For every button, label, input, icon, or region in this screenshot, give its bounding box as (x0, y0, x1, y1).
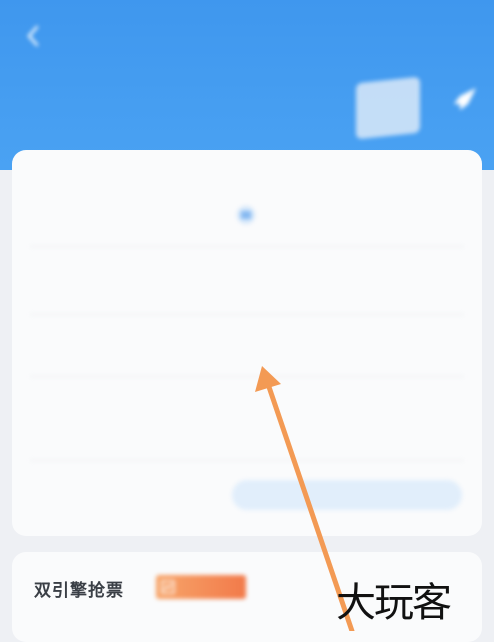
divider (30, 246, 464, 247)
add-contact-button[interactable] (232, 480, 462, 510)
header-banner (0, 0, 494, 170)
form-row-1[interactable] (12, 264, 482, 304)
divider (30, 314, 464, 315)
divider (30, 460, 464, 461)
double-engine-label: 双引擎抢票 (34, 581, 124, 601)
form-row-3[interactable] (12, 388, 482, 428)
rocket-icon (454, 88, 476, 110)
engine-badge (156, 575, 246, 599)
chart-icon (161, 580, 175, 594)
back-icon[interactable] (26, 25, 40, 47)
banner-illustration (356, 76, 420, 140)
form-row-2[interactable] (12, 326, 482, 366)
divider (30, 376, 464, 377)
grab-ticket-form (12, 150, 482, 536)
watermark: 大玩客 (336, 580, 452, 626)
swap-icon[interactable] (235, 204, 257, 226)
